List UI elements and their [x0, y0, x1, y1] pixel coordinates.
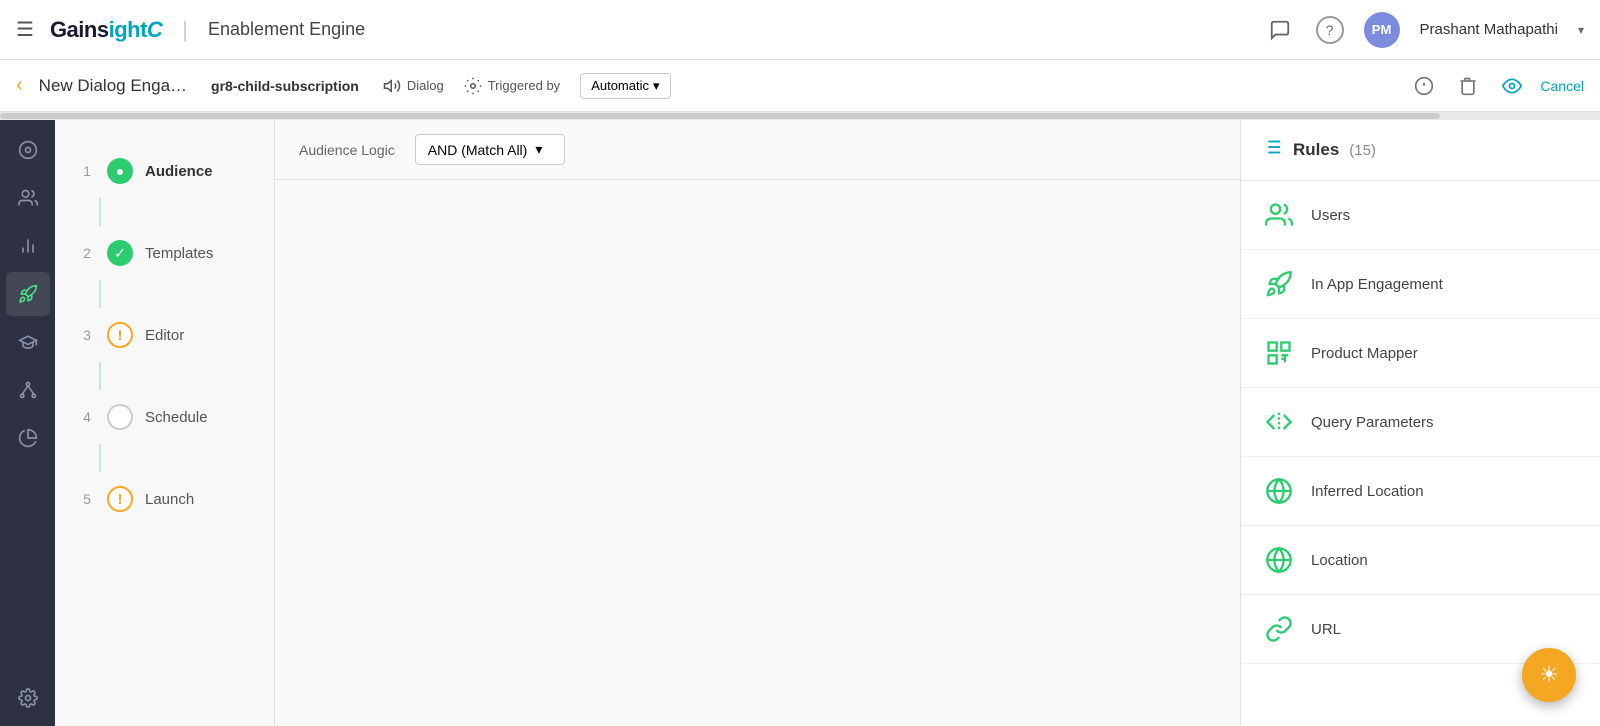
- automatic-select[interactable]: Automatic ▾: [580, 73, 670, 99]
- location-icon: [1261, 542, 1297, 578]
- rule-query-parameters[interactable]: Query Parameters: [1241, 388, 1600, 457]
- sidebar-rocket-icon[interactable]: [6, 272, 50, 316]
- user-chevron-icon[interactable]: ▾: [1578, 23, 1584, 37]
- url-icon: [1261, 611, 1297, 647]
- audience-logic-label: Audience Logic: [299, 142, 395, 158]
- chat-icon[interactable]: [1264, 14, 1296, 46]
- rule-inferred-location[interactable]: Inferred Location: [1241, 457, 1600, 526]
- step-connector-3: [99, 362, 101, 390]
- rule-location-label: Location: [1311, 552, 1368, 569]
- subscription-badge: gr8-child-subscription: [211, 78, 359, 94]
- sidebar-people-icon[interactable]: [6, 176, 50, 220]
- steps-panel: 1 ● Audience 2 ✓ Templates 3 ! Editor: [55, 120, 275, 726]
- step5-label: Launch: [145, 491, 194, 508]
- left-sidebar: [0, 120, 55, 726]
- rule-in-app-label: In App Engagement: [1311, 276, 1443, 293]
- inferred-location-icon: [1261, 473, 1297, 509]
- step2-label: Templates: [145, 245, 213, 262]
- scroll-thumb: [0, 113, 1440, 119]
- step4-circle: [107, 404, 133, 430]
- rule-users-label: Users: [1311, 207, 1350, 224]
- step-schedule[interactable]: 4 Schedule: [55, 390, 274, 444]
- rules-list-icon: [1261, 136, 1283, 164]
- main-layout: 1 ● Audience 2 ✓ Templates 3 ! Editor: [0, 120, 1600, 726]
- step1-circle: ●: [107, 158, 133, 184]
- page-title: New Dialog Enga…: [39, 76, 187, 96]
- rule-product-mapper[interactable]: Product Mapper: [1241, 319, 1600, 388]
- step-audience[interactable]: 1 ● Audience: [55, 144, 274, 198]
- triggered-by-label: Triggered by: [488, 78, 561, 93]
- users-icon: [1261, 197, 1297, 233]
- rule-in-app-engagement[interactable]: In App Engagement: [1241, 250, 1600, 319]
- logo-text: GainsightC: [50, 17, 162, 43]
- sidebar-graduation-icon[interactable]: [6, 320, 50, 364]
- avatar: PM: [1364, 12, 1400, 48]
- sub-header-meta: Dialog Triggered by Automatic ▾: [383, 73, 671, 99]
- scroll-bar: [0, 112, 1600, 120]
- step-connector-2: [99, 280, 101, 308]
- user-name: Prashant Mathapathi: [1420, 21, 1558, 38]
- step-templates[interactable]: 2 ✓ Templates: [55, 226, 274, 280]
- logo-divider: |: [182, 17, 188, 43]
- sidebar-network-icon[interactable]: [6, 368, 50, 412]
- step-connector-4: [99, 444, 101, 472]
- help-icon[interactable]: ?: [1316, 16, 1344, 44]
- rule-location[interactable]: Location: [1241, 526, 1600, 595]
- dropdown-value: AND (Match All): [428, 142, 528, 158]
- step2-circle: ✓: [107, 240, 133, 266]
- fab-icon: ☀: [1539, 662, 1559, 688]
- info-icon[interactable]: [1408, 70, 1440, 102]
- logo: GainsightC | Enablement Engine: [50, 17, 365, 43]
- rule-url-label: URL: [1311, 621, 1341, 638]
- cancel-button[interactable]: Cancel: [1540, 78, 1584, 94]
- main-content: Audience Logic AND (Match All) ▾: [275, 120, 1240, 726]
- rule-product-mapper-label: Product Mapper: [1311, 345, 1418, 362]
- rule-inferred-location-label: Inferred Location: [1311, 483, 1424, 500]
- sidebar-settings-icon[interactable]: [6, 682, 50, 726]
- delete-icon[interactable]: [1452, 70, 1484, 102]
- rules-panel: Rules (15) Users In: [1240, 120, 1600, 726]
- rules-title: Rules: [1293, 140, 1339, 160]
- hamburger-icon[interactable]: ☰: [16, 17, 34, 42]
- audience-logic-dropdown[interactable]: AND (Match All) ▾: [415, 134, 565, 165]
- step-connector-1: [99, 198, 101, 226]
- content-area: [275, 180, 1240, 726]
- logo-subtitle: Enablement Engine: [208, 19, 365, 40]
- trigger-icon: [464, 77, 482, 95]
- rules-count: (15): [1349, 142, 1376, 159]
- dialog-type: Dialog: [383, 77, 444, 95]
- dropdown-chevron-icon: ▾: [535, 141, 542, 158]
- sidebar-pie-icon[interactable]: [6, 416, 50, 460]
- back-button[interactable]: ‹: [16, 74, 23, 97]
- product-mapper-icon: [1261, 335, 1297, 371]
- content-toolbar: Audience Logic AND (Match All) ▾: [275, 120, 1240, 180]
- sub-header: ‹ New Dialog Enga… gr8-child-subscriptio…: [0, 60, 1600, 112]
- step5-circle: !: [107, 486, 133, 512]
- triggered-by: Triggered by: [464, 77, 561, 95]
- step-launch[interactable]: 5 ! Launch: [55, 472, 274, 526]
- dialog-label: Dialog: [407, 78, 444, 93]
- sidebar-chart-icon[interactable]: [6, 224, 50, 268]
- query-parameters-icon: [1261, 404, 1297, 440]
- fab-button[interactable]: ☀: [1522, 648, 1576, 702]
- rules-header: Rules (15): [1241, 120, 1600, 181]
- step3-circle: !: [107, 322, 133, 348]
- sidebar-home-icon[interactable]: [6, 128, 50, 172]
- nav-right: ? PM Prashant Mathapathi ▾: [1264, 12, 1584, 48]
- step1-label: Audience: [145, 163, 213, 180]
- in-app-engagement-icon: [1261, 266, 1297, 302]
- step3-label: Editor: [145, 327, 184, 344]
- dialog-icon: [383, 77, 401, 95]
- preview-icon[interactable]: [1496, 70, 1528, 102]
- sub-header-actions: Cancel: [1408, 70, 1584, 102]
- rule-users[interactable]: Users: [1241, 181, 1600, 250]
- top-nav: ☰ GainsightC | Enablement Engine ? PM Pr…: [0, 0, 1600, 60]
- step4-label: Schedule: [145, 409, 208, 426]
- step-editor[interactable]: 3 ! Editor: [55, 308, 274, 362]
- rule-query-parameters-label: Query Parameters: [1311, 414, 1434, 431]
